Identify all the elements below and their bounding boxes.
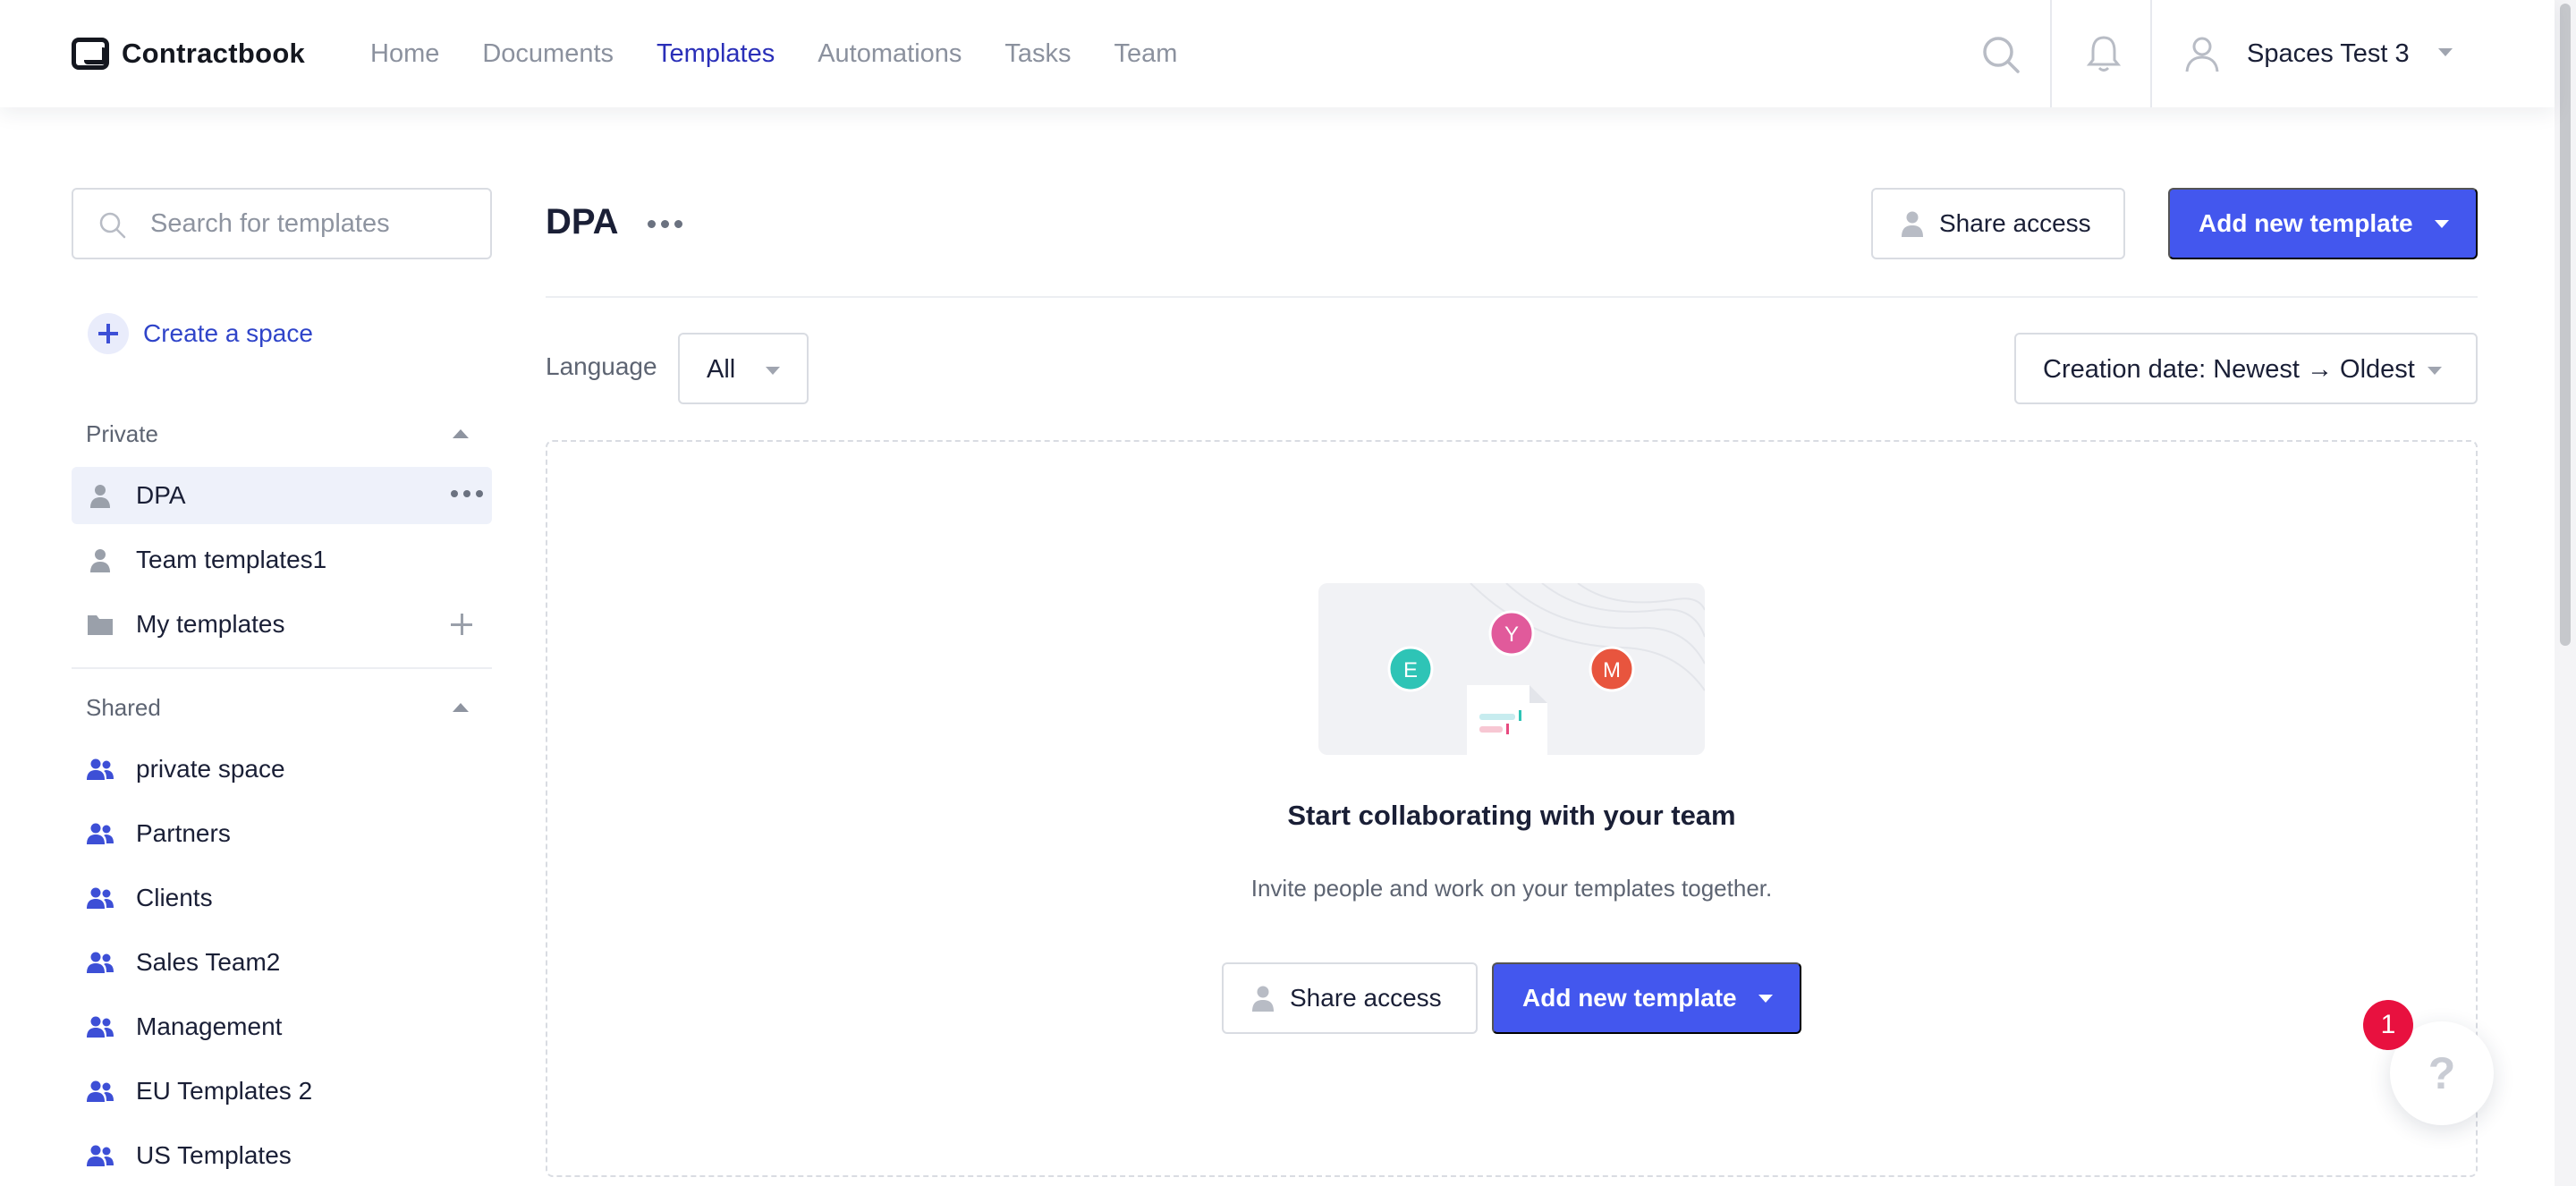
user-avatar-icon[interactable] bbox=[2182, 34, 2222, 73]
sidebar-item-label: Sales Team2 bbox=[136, 948, 281, 976]
avatar-m-letter: M bbox=[1603, 658, 1621, 682]
plus-icon bbox=[88, 313, 129, 354]
private-section-heading: Private bbox=[86, 420, 158, 447]
sidebar-item-label: Team templates1 bbox=[136, 546, 327, 573]
sort-value: Creation date: Newest → Oldest bbox=[2043, 355, 2415, 384]
avatar-e: E bbox=[1387, 646, 1434, 692]
empty-state-title: Start collaborating with your team bbox=[1287, 800, 1736, 831]
sidebar-item-clients[interactable]: Clients bbox=[72, 869, 492, 927]
nav-automations[interactable]: Automations bbox=[818, 34, 962, 73]
sidebar-item-sales-team2[interactable]: Sales Team2 bbox=[72, 934, 492, 991]
nav-tasks[interactable]: Tasks bbox=[1004, 34, 1071, 73]
sidebar-item-label: My templates bbox=[136, 610, 285, 638]
add-new-template-button[interactable]: Add new template bbox=[2168, 188, 2478, 259]
sidebar-item-label: Partners bbox=[136, 819, 231, 847]
topbar-divider bbox=[2050, 0, 2052, 107]
sidebar-item-label: EU Templates 2 bbox=[136, 1077, 313, 1105]
chevron-down-icon[interactable] bbox=[2438, 48, 2453, 56]
users-icon bbox=[87, 823, 114, 844]
share-access-label: Share access bbox=[1939, 209, 2091, 237]
bell-icon[interactable] bbox=[2084, 32, 2123, 75]
avatar-y: Y bbox=[1488, 610, 1535, 657]
create-space-label: Create a space bbox=[143, 319, 313, 347]
notification-badge: 1 bbox=[2363, 1000, 2413, 1050]
question-icon: ? bbox=[2428, 1048, 2456, 1098]
empty-state-subtitle: Invite people and work on your templates… bbox=[1250, 875, 1773, 902]
nav-templates[interactable]: Templates bbox=[657, 34, 775, 73]
sidebar-item-management[interactable]: Management bbox=[72, 998, 492, 1055]
sidebar-item-us-templates[interactable]: US Templates bbox=[72, 1127, 492, 1184]
main-nav: Home Documents Templates Automations Tas… bbox=[370, 34, 1220, 73]
shared-section-heading: Shared bbox=[86, 694, 161, 721]
logo-text: Contractbook bbox=[122, 38, 306, 69]
more-options-icon[interactable] bbox=[648, 220, 682, 228]
collapse-shared-icon[interactable] bbox=[453, 703, 469, 712]
language-select[interactable]: All bbox=[678, 333, 809, 404]
person-icon bbox=[1902, 211, 1923, 237]
top-navigation-bar: Contractbook Home Documents Templates Au… bbox=[0, 0, 2555, 107]
sidebar-item-private-space[interactable]: private space bbox=[72, 741, 492, 798]
chevron-down-icon bbox=[2434, 219, 2449, 228]
sidebar-item-label: private space bbox=[136, 755, 285, 783]
nav-team[interactable]: Team bbox=[1114, 34, 1178, 73]
person-icon bbox=[90, 549, 110, 572]
search-icon[interactable] bbox=[1980, 34, 2021, 75]
collapse-private-icon[interactable] bbox=[453, 429, 469, 438]
topbar-divider bbox=[2150, 0, 2152, 107]
sidebar-item-dpa[interactable]: DPA bbox=[72, 467, 492, 524]
page-scrollbar[interactable] bbox=[2555, 0, 2576, 1186]
sidebar-item-label: Management bbox=[136, 1012, 283, 1040]
more-options-icon[interactable] bbox=[451, 490, 483, 497]
sidebar-item-eu-templates-2[interactable]: EU Templates 2 bbox=[72, 1063, 492, 1120]
sort-select[interactable]: Creation date: Newest → Oldest bbox=[2014, 333, 2478, 404]
chevron-down-icon bbox=[2428, 367, 2442, 375]
person-icon bbox=[1252, 986, 1274, 1012]
language-label: Language bbox=[546, 352, 657, 380]
folder-icon bbox=[88, 615, 113, 635]
avatar-m: M bbox=[1589, 646, 1635, 692]
user-name[interactable]: Spaces Test 3 bbox=[2247, 34, 2410, 73]
sidebar-item-label: Clients bbox=[136, 884, 213, 911]
chevron-down-icon bbox=[766, 367, 780, 375]
scrollbar-thumb[interactable] bbox=[2560, 4, 2571, 646]
template-search[interactable] bbox=[72, 188, 492, 259]
users-icon bbox=[87, 1145, 114, 1166]
users-icon bbox=[87, 887, 114, 909]
share-access-button[interactable]: Share access bbox=[1871, 188, 2125, 259]
logo-icon bbox=[72, 38, 109, 70]
empty-share-access-button[interactable]: Share access bbox=[1222, 962, 1478, 1034]
empty-add-new-template-button[interactable]: Add new template bbox=[1492, 962, 1801, 1034]
search-input[interactable] bbox=[150, 204, 472, 243]
avatar-e-letter: E bbox=[1403, 658, 1418, 682]
add-new-template-label: Add new template bbox=[2199, 209, 2413, 237]
collaboration-illustration: E Y M bbox=[1318, 583, 1705, 755]
contractbook-logo[interactable]: Contractbook bbox=[72, 36, 305, 72]
page-title: DPA bbox=[546, 202, 619, 241]
sidebar-item-label: US Templates bbox=[136, 1141, 292, 1169]
add-new-template-label: Add new template bbox=[1522, 984, 1737, 1012]
sidebar-item-team-templates1[interactable]: Team templates1 bbox=[72, 531, 492, 589]
search-icon bbox=[99, 212, 126, 239]
create-space-button[interactable]: Create a space bbox=[88, 313, 313, 354]
sidebar-item-partners[interactable]: Partners bbox=[72, 805, 492, 862]
nav-home[interactable]: Home bbox=[370, 34, 439, 73]
section-divider bbox=[72, 667, 492, 669]
add-template-plus-icon[interactable] bbox=[451, 614, 472, 635]
avatar-y-letter: Y bbox=[1504, 623, 1519, 647]
language-value: All bbox=[707, 355, 736, 384]
nav-documents[interactable]: Documents bbox=[482, 34, 614, 73]
share-access-label: Share access bbox=[1290, 984, 1442, 1012]
sidebar-item-my-templates[interactable]: My templates bbox=[72, 596, 492, 653]
users-icon bbox=[87, 1080, 114, 1102]
chevron-down-icon bbox=[1758, 994, 1773, 1003]
header-divider bbox=[546, 296, 2478, 298]
person-icon bbox=[90, 485, 110, 508]
users-icon bbox=[87, 758, 114, 780]
users-icon bbox=[87, 1016, 114, 1038]
sidebar-item-label: DPA bbox=[136, 481, 186, 509]
users-icon bbox=[87, 952, 114, 973]
